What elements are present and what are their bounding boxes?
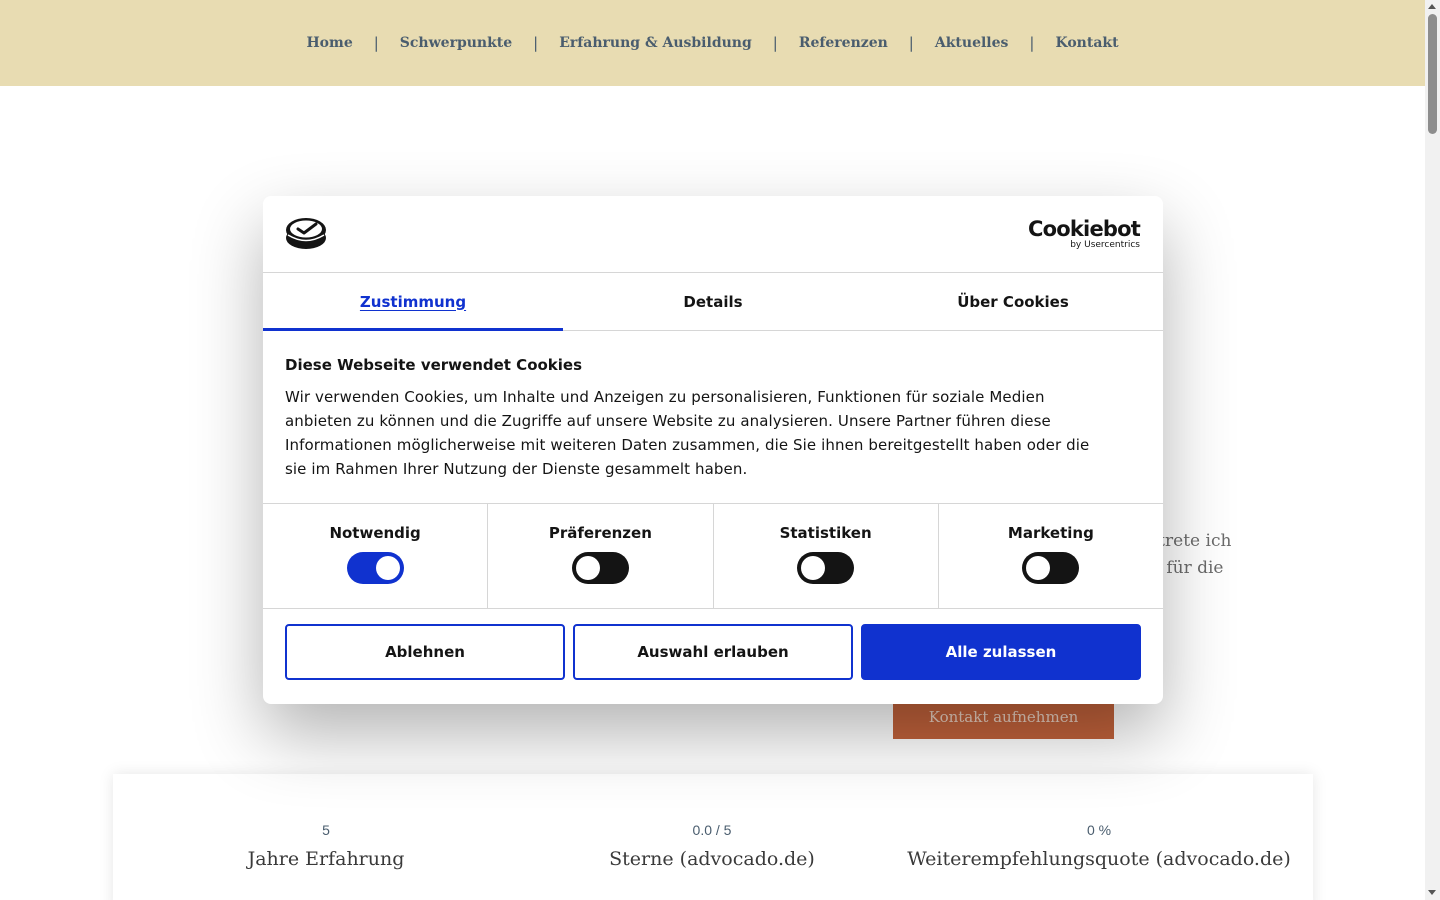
toggle-knob <box>375 556 400 580</box>
toggle-label: Notwendig <box>329 524 421 542</box>
dialog-tabs: Zustimmung Details Über Cookies <box>263 273 1163 331</box>
toggle-label: Statistiken <box>779 524 872 542</box>
page-scrollbar[interactable] <box>1425 0 1440 900</box>
nav-separator: | <box>1008 34 1055 52</box>
cookiebot-brand: Cookiebot by Usercentrics <box>1028 217 1141 251</box>
toggle-knob <box>801 556 826 580</box>
dialog-description: Wir verwenden Cookies, um Inhalte und An… <box>285 385 1141 481</box>
toggle-notwendig[interactable] <box>346 552 404 584</box>
toggle-marketing[interactable] <box>1022 552 1080 584</box>
stat-label: Jahre Erfahrung <box>247 848 405 870</box>
toggle-group-praeferenzen: Präferenzen <box>488 504 714 608</box>
consent-toggles: Notwendig Präferenzen Statistiken Market… <box>263 504 1163 609</box>
scroll-thumb[interactable] <box>1428 14 1437 134</box>
nav-separator-glyph: | <box>1029 34 1035 52</box>
nav-link-erfahrung-ausbildung[interactable]: Erfahrung & Ausbildung <box>559 35 752 51</box>
nav-item-referenzen: Referenzen <box>799 35 888 51</box>
scroll-up-arrow-icon[interactable] <box>1428 4 1436 9</box>
nav-link-aktuelles[interactable]: Aktuelles <box>935 35 1009 51</box>
stat-recommendation: 0 % Weiterempfehlungsquote (advocado.de) <box>899 822 1299 870</box>
nav-link-home[interactable]: Home <box>306 35 352 51</box>
tab-ueber-cookies[interactable]: Über Cookies <box>863 273 1163 330</box>
nav-separator-glyph: | <box>373 34 379 52</box>
toggle-statistiken[interactable] <box>797 552 855 584</box>
nav-separator-glyph: | <box>772 34 778 52</box>
nav-link-schwerpunkte[interactable]: Schwerpunkte <box>400 35 512 51</box>
nav-item-home: Home <box>306 35 352 51</box>
stat-number: 5 <box>322 822 330 838</box>
nav-separator: | <box>752 34 799 52</box>
nav-item-erfahrung: Erfahrung & Ausbildung <box>559 35 752 51</box>
toggle-group-statistiken: Statistiken <box>714 504 939 608</box>
toggle-label: Marketing <box>1007 524 1094 542</box>
toggle-knob <box>1026 556 1051 580</box>
nav-list: Home | Schwerpunkte | Erfahrung & Ausbil… <box>306 34 1118 52</box>
dialog-header: Cookiebot by Usercentrics <box>263 196 1163 273</box>
nav-separator: | <box>888 34 935 52</box>
description-line: Informationen möglicherweise mit weitere… <box>285 436 1090 454</box>
cookie-consent-dialog: Cookiebot by Usercentrics Zustimmung Det… <box>263 196 1163 704</box>
allow-all-button[interactable]: Alle zulassen <box>861 624 1141 680</box>
nav-separator: | <box>353 34 400 52</box>
stat-number: 0.0 / 5 <box>692 822 732 838</box>
nav-item-schwerpunkte: Schwerpunkte <box>400 35 512 51</box>
description-line: Wir verwenden Cookies, um Inhalte und An… <box>285 388 1045 406</box>
nav-item-aktuelles: Aktuelles <box>935 35 1009 51</box>
stat-label: Weiterempfehlungsquote (advocado.de) <box>907 848 1291 870</box>
dialog-body: Diese Webseite verwendet Cookies Wir ver… <box>263 331 1163 504</box>
scroll-down-arrow-icon[interactable] <box>1428 890 1436 895</box>
nav-separator-glyph: | <box>908 34 914 52</box>
toggle-group-marketing: Marketing <box>939 504 1163 608</box>
toggle-praeferenzen[interactable] <box>571 552 629 584</box>
stat-label: Sterne (advocado.de) <box>609 848 815 870</box>
dialog-title: Diese Webseite verwendet Cookies <box>285 356 583 374</box>
stat-experience: 5 Jahre Erfahrung <box>171 822 481 870</box>
nav-link-kontakt[interactable]: Kontakt <box>1055 35 1118 51</box>
nav-item-kontakt: Kontakt <box>1055 35 1118 51</box>
stat-stars: 0.0 / 5 Sterne (advocado.de) <box>557 822 867 870</box>
brand-name: Cookiebot <box>1028 217 1141 241</box>
nav-separator-glyph: | <box>533 34 539 52</box>
toggle-label: Präferenzen <box>548 524 652 542</box>
tab-details[interactable]: Details <box>563 273 863 330</box>
decline-button[interactable]: Ablehnen <box>285 624 565 680</box>
description-line: anbieten zu können und die Zugriffe auf … <box>285 412 1051 430</box>
allow-selection-button[interactable]: Auswahl erlauben <box>573 624 853 680</box>
toggle-group-notwendig: Notwendig <box>263 504 489 608</box>
dialog-buttons: Ablehnen Auswahl erlauben Alle zulassen <box>263 609 1163 680</box>
stat-number: 0 % <box>1086 822 1112 838</box>
toggle-knob <box>575 556 600 580</box>
brand-byline: by Usercentrics <box>1070 240 1140 250</box>
top-navigation: Home | Schwerpunkte | Erfahrung & Ausbil… <box>0 0 1425 86</box>
nav-separator: | <box>512 34 559 52</box>
nav-link-referenzen[interactable]: Referenzen <box>799 35 888 51</box>
tab-zustimmung[interactable]: Zustimmung <box>263 273 563 331</box>
description-line: sie im Rahmen Ihrer Nutzung der Dienste … <box>285 460 748 478</box>
stats-card: 5 Jahre Erfahrung 0.0 / 5 Sterne (advoca… <box>113 774 1313 900</box>
cookiebot-logo-icon <box>285 216 327 254</box>
